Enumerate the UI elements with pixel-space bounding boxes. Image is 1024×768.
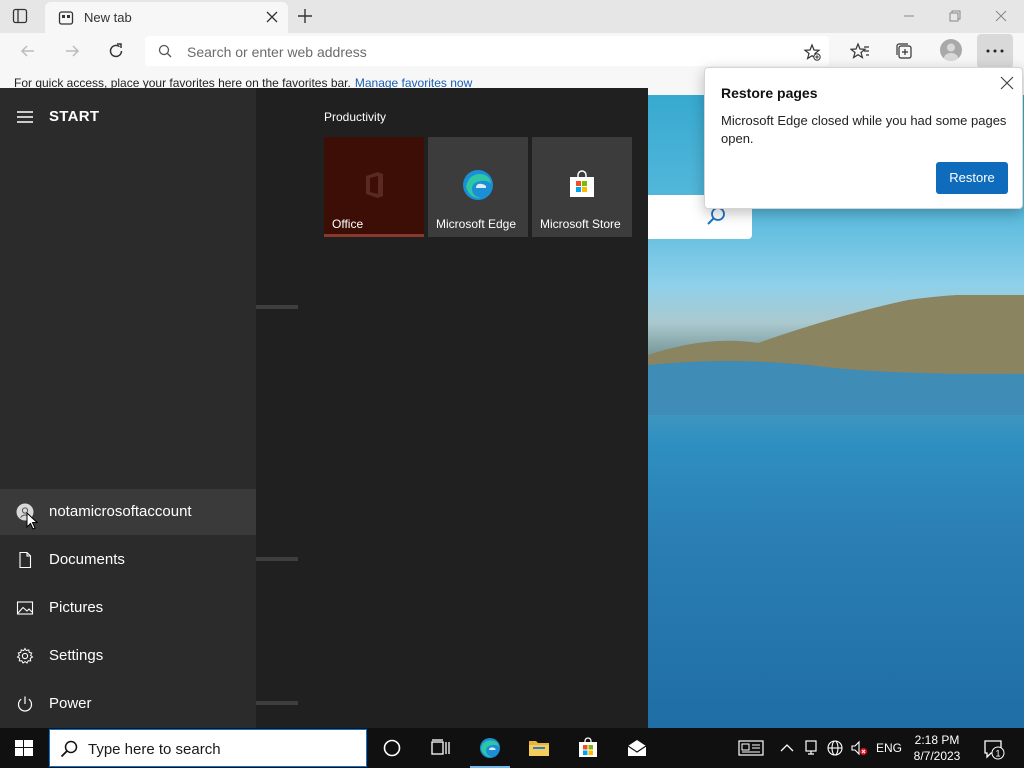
search-icon	[60, 740, 78, 758]
mail-icon	[627, 740, 647, 756]
tile-microsoft-edge[interactable]: Microsoft Edge	[428, 137, 528, 237]
rail-item-power[interactable]: Power	[0, 681, 256, 727]
tile-progress	[324, 234, 424, 237]
hamburger-menu-icon[interactable]	[17, 111, 33, 123]
desktop-screen: New tab Search or enter web address For …	[0, 0, 1024, 768]
collections-icon[interactable]	[894, 41, 914, 61]
taskbar-search-placeholder: Type here to search	[88, 741, 221, 758]
store-icon	[579, 737, 597, 757]
settings-and-more-button[interactable]	[977, 34, 1013, 68]
search-icon	[158, 44, 172, 58]
scroll-indicator	[256, 557, 298, 561]
mouse-cursor-icon	[26, 512, 38, 530]
system-clock[interactable]: 2:18 PM 8/7/2023	[906, 732, 968, 764]
news-widget-icon[interactable]	[738, 739, 764, 757]
clock-date: 8/7/2023	[913, 749, 961, 763]
tab-title: New tab	[84, 10, 132, 25]
start-menu: START notamicrosoftaccount Documents Pic…	[0, 88, 648, 728]
tab-new-tab[interactable]: New tab	[45, 2, 288, 33]
taskbar-file-explorer[interactable]	[515, 728, 563, 768]
tile-label: Microsoft Edge	[436, 217, 517, 231]
device-icon[interactable]	[802, 739, 820, 757]
volume-muted-icon[interactable]	[850, 739, 868, 757]
browser-toolbar: Search or enter web address	[0, 33, 1024, 69]
tab-actions-icon[interactable]	[12, 8, 28, 24]
office-icon	[366, 172, 383, 198]
edge-icon	[480, 738, 500, 758]
rail-item-label: Documents	[49, 551, 125, 568]
forward-icon[interactable]	[62, 41, 82, 61]
rail-item-label: Settings	[49, 647, 104, 664]
document-icon	[19, 551, 32, 569]
refresh-icon[interactable]	[106, 41, 126, 61]
power-icon	[17, 696, 33, 712]
back-icon[interactable]	[18, 41, 38, 61]
scroll-indicator	[256, 701, 298, 705]
start-button[interactable]	[0, 728, 48, 768]
windows-logo-icon	[15, 740, 33, 756]
edge-icon	[463, 170, 493, 200]
store-icon	[570, 170, 594, 197]
landscape-hill	[648, 295, 1024, 415]
profile-avatar[interactable]	[940, 39, 962, 61]
taskbar-mail[interactable]	[613, 728, 661, 768]
notification-count: 1	[995, 749, 1000, 759]
cortana-button[interactable]	[368, 728, 416, 768]
tile-office[interactable]: Office	[324, 137, 424, 237]
tile-label: Microsoft Store	[540, 217, 621, 231]
input-language[interactable]: ENG	[876, 741, 902, 755]
file-explorer-icon	[529, 741, 549, 756]
start-rail: START notamicrosoftaccount Documents Pic…	[0, 88, 256, 728]
tile-microsoft-store[interactable]: Microsoft Store	[532, 137, 632, 237]
close-icon[interactable]	[1000, 76, 1014, 90]
rail-item-label: Power	[49, 695, 92, 712]
rail-item-documents[interactable]: Documents	[0, 537, 256, 583]
address-placeholder: Search or enter web address	[187, 44, 367, 60]
taskbar-store[interactable]	[564, 728, 612, 768]
tab-strip: New tab	[0, 0, 1024, 33]
close-tab-icon[interactable]	[266, 11, 278, 23]
restore-pages-popup: Restore pages Microsoft Edge closed whil…	[704, 67, 1023, 209]
pictures-icon	[16, 601, 34, 615]
chevron-up-icon[interactable]	[778, 739, 796, 757]
clock-time: 2:18 PM	[914, 733, 960, 747]
rail-item-label: Pictures	[49, 599, 104, 616]
add-favorite-icon[interactable]	[803, 43, 821, 61]
start-title: START	[49, 108, 100, 125]
restore-window-icon[interactable]	[945, 6, 965, 26]
new-tab-page-icon	[58, 11, 74, 25]
favorites-icon[interactable]	[850, 41, 870, 61]
close-window-icon[interactable]	[991, 6, 1011, 26]
taskbar-edge[interactable]	[466, 728, 514, 768]
minimize-icon[interactable]	[899, 6, 919, 26]
rail-item-label: notamicrosoftaccount	[49, 503, 192, 520]
popup-message: Microsoft Edge closed while you had some…	[721, 113, 1007, 146]
task-view-button[interactable]	[416, 728, 464, 768]
rail-item-account[interactable]: notamicrosoftaccount	[0, 489, 256, 535]
user-icon	[944, 43, 958, 61]
new-tab-button[interactable]	[296, 7, 314, 25]
search-icon	[707, 207, 725, 225]
task-view-icon	[431, 739, 450, 755]
taskbar-search-box[interactable]: Type here to search	[49, 729, 367, 767]
restore-button[interactable]: Restore	[936, 162, 1008, 194]
more-icon	[986, 49, 1004, 53]
scroll-indicator	[256, 305, 298, 309]
tile-label: Office	[332, 217, 364, 231]
rail-item-settings[interactable]: Settings	[0, 633, 256, 679]
network-globe-icon[interactable]	[826, 739, 844, 757]
address-bar[interactable]: Search or enter web address	[145, 36, 829, 66]
tile-group-title: Productivity	[324, 110, 387, 124]
cortana-icon	[383, 739, 401, 757]
rail-item-pictures[interactable]: Pictures	[0, 585, 256, 631]
taskbar: Type here to search ENG 2:18 PM 8/7/2023…	[0, 728, 1024, 768]
gear-icon	[16, 647, 34, 664]
notification-center-icon[interactable]: 1	[983, 738, 1005, 760]
popup-title: Restore pages	[721, 85, 818, 101]
